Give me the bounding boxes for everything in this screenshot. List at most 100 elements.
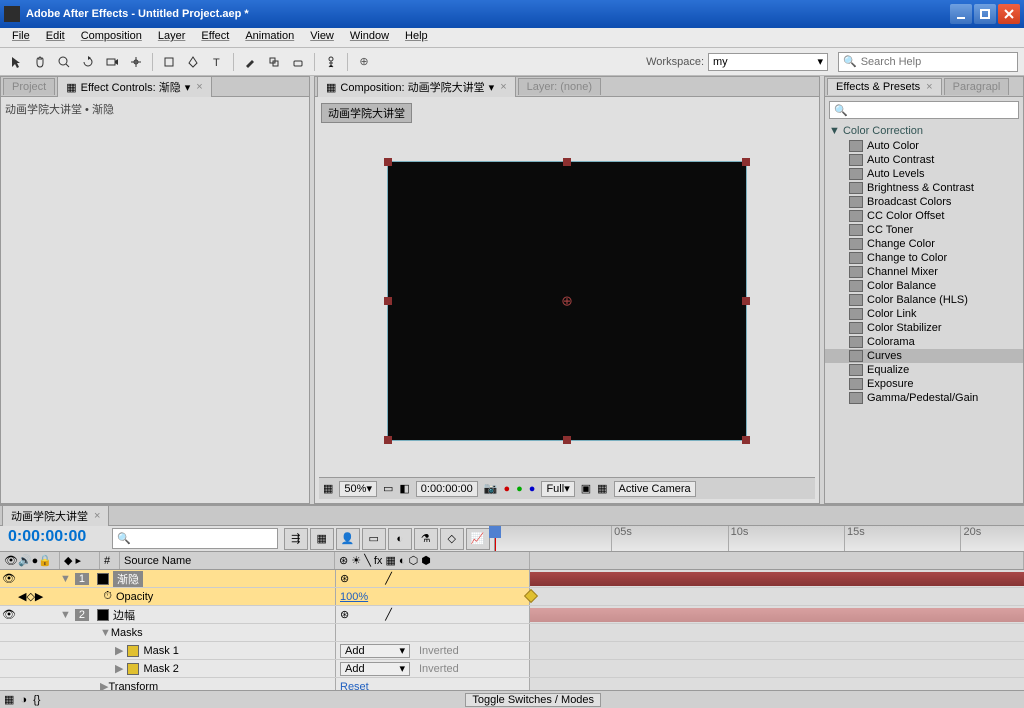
timeline-footer-icon[interactable]: {}: [33, 694, 40, 706]
preset-item[interactable]: Colorama: [825, 335, 1023, 349]
channel-icon[interactable]: ●: [503, 483, 510, 495]
auto-keyframe-icon[interactable]: ◇: [440, 528, 464, 550]
rotate-tool[interactable]: [78, 52, 98, 72]
composition-canvas[interactable]: ⊕: [387, 161, 747, 441]
close-tab-icon[interactable]: ×: [500, 81, 506, 93]
frame-blend-icon[interactable]: ▭: [362, 528, 386, 550]
preset-search-input[interactable]: [848, 104, 1014, 116]
mask-name[interactable]: Mask 2: [143, 663, 178, 675]
menu-composition[interactable]: Composition: [73, 28, 150, 47]
inverted-label[interactable]: Inverted: [419, 645, 459, 657]
search-help-input[interactable]: [861, 56, 1013, 68]
eraser-tool[interactable]: [288, 52, 308, 72]
timeline-search-input[interactable]: [131, 533, 273, 545]
masks-group-row[interactable]: ▼ Masks: [0, 624, 1024, 642]
mask-row[interactable]: ▶Mask 2 Add▾Inverted: [0, 660, 1024, 678]
mask-color-chip[interactable]: [127, 663, 139, 675]
timeline-timecode[interactable]: 0:00:00:00: [0, 526, 110, 551]
close-tab-icon[interactable]: ×: [94, 510, 100, 522]
roi-icon[interactable]: ▣: [581, 482, 591, 495]
preset-item[interactable]: Brightness & Contrast: [825, 181, 1023, 195]
preset-item[interactable]: Auto Contrast: [825, 153, 1023, 167]
resolution-selector[interactable]: Full ▾: [541, 481, 574, 497]
property-row[interactable]: ◀◇▶ ⏱ Opacity 100%: [0, 588, 1024, 606]
shy-icon[interactable]: 👤: [336, 528, 360, 550]
preset-item[interactable]: Color Balance: [825, 279, 1023, 293]
mask-name[interactable]: Mask 1: [143, 645, 178, 657]
snapshot-icon[interactable]: 📷: [484, 482, 498, 495]
menu-file[interactable]: File: [4, 28, 38, 47]
canvas-area[interactable]: ⊕: [319, 125, 815, 477]
preset-item[interactable]: Gamma/Pedestal/Gain: [825, 391, 1023, 405]
menu-help[interactable]: Help: [397, 28, 436, 47]
anchor-point-icon[interactable]: ⊕: [561, 293, 573, 310]
graph-editor-icon[interactable]: 📈: [466, 528, 490, 550]
puppet-tool[interactable]: [321, 52, 341, 72]
channel-icon[interactable]: ●: [529, 483, 536, 495]
preset-item[interactable]: Change Color: [825, 237, 1023, 251]
current-time-indicator[interactable]: [495, 526, 496, 551]
tab-layer[interactable]: Layer: (none): [518, 78, 601, 95]
anchor-tool[interactable]: [126, 52, 146, 72]
layer-row[interactable]: 👁 ▼ 2 边幅 ⊛╱: [0, 606, 1024, 624]
motion-blur-icon[interactable]: ◐: [388, 528, 412, 550]
zoom-tool[interactable]: [54, 52, 74, 72]
transform-handle[interactable]: [384, 158, 392, 166]
tab-paragraph[interactable]: Paragrapl: [944, 78, 1010, 95]
close-tab-icon[interactable]: ×: [196, 81, 202, 93]
text-tool[interactable]: T: [207, 52, 227, 72]
workspace-selector[interactable]: my ▾: [708, 53, 828, 71]
preset-item[interactable]: Exposure: [825, 377, 1023, 391]
timeline-footer-icon[interactable]: ▦: [4, 693, 14, 706]
timeline-search[interactable]: 🔍: [112, 528, 278, 549]
channel-icon[interactable]: ●: [516, 483, 523, 495]
preset-item[interactable]: Change to Color: [825, 251, 1023, 265]
tab-effect-controls[interactable]: ▦Effect Controls: 渐隐▾×: [57, 76, 211, 97]
tab-project[interactable]: Project: [3, 78, 55, 95]
preset-item[interactable]: Color Balance (HLS): [825, 293, 1023, 307]
preset-item[interactable]: CC Color Offset: [825, 209, 1023, 223]
maximize-button[interactable]: [974, 4, 996, 24]
preset-item[interactable]: Equalize: [825, 363, 1023, 377]
layer-row[interactable]: 👁 ▼ 1 渐隐 ⊛╱: [0, 570, 1024, 588]
twirl-icon[interactable]: ▶: [115, 662, 123, 675]
mask-color-chip[interactable]: [127, 645, 139, 657]
switch-icon[interactable]: ⊛: [340, 572, 349, 585]
keyframe-nav-icon[interactable]: ◀◇▶: [18, 590, 43, 603]
preset-item[interactable]: CC Toner: [825, 223, 1023, 237]
transform-handle[interactable]: [563, 158, 571, 166]
mask-toggle-icon[interactable]: ◧: [399, 482, 409, 495]
zoom-selector[interactable]: 50% ▾: [339, 481, 377, 497]
transform-handle[interactable]: [742, 158, 750, 166]
draft-3d-icon[interactable]: ▦: [310, 528, 334, 550]
tab-composition[interactable]: ▦Composition: 动画学院大讲堂▾×: [317, 76, 516, 97]
menu-view[interactable]: View: [302, 28, 342, 47]
timeline-footer-icon[interactable]: ◑: [20, 694, 27, 706]
transparency-grid-icon[interactable]: ▦: [597, 482, 607, 495]
transform-handle[interactable]: [742, 436, 750, 444]
source-name-header[interactable]: Source Name: [120, 552, 335, 569]
close-tab-icon[interactable]: ×: [926, 81, 932, 93]
camera-tool[interactable]: [102, 52, 122, 72]
menu-layer[interactable]: Layer: [150, 28, 194, 47]
local-axis-icon[interactable]: ⊕: [354, 52, 374, 72]
layer-bar[interactable]: [530, 572, 1024, 586]
menu-animation[interactable]: Animation: [237, 28, 302, 47]
menu-window[interactable]: Window: [342, 28, 397, 47]
stopwatch-icon[interactable]: ⏱: [103, 590, 112, 603]
visibility-toggle[interactable]: 👁: [0, 572, 18, 585]
transform-row[interactable]: ▶ Transform Reset: [0, 678, 1024, 690]
grid-icon[interactable]: ▦: [323, 482, 333, 495]
preset-category[interactable]: ▼ Color Correction: [825, 123, 1023, 139]
view-selector[interactable]: Active Camera: [614, 481, 696, 497]
view-options-icon[interactable]: ▭: [383, 482, 393, 495]
switch-icon[interactable]: ╱: [385, 608, 392, 621]
mask-mode-selector[interactable]: Add▾: [340, 662, 410, 676]
tab-effects-presets[interactable]: Effects & Presets×: [827, 78, 942, 95]
mask-row[interactable]: ▶Mask 1 Add▾Inverted: [0, 642, 1024, 660]
hand-tool[interactable]: [30, 52, 50, 72]
preset-item[interactable]: Channel Mixer: [825, 265, 1023, 279]
transform-handle[interactable]: [384, 436, 392, 444]
transform-handle[interactable]: [384, 297, 392, 305]
preset-item[interactable]: Color Stabilizer: [825, 321, 1023, 335]
